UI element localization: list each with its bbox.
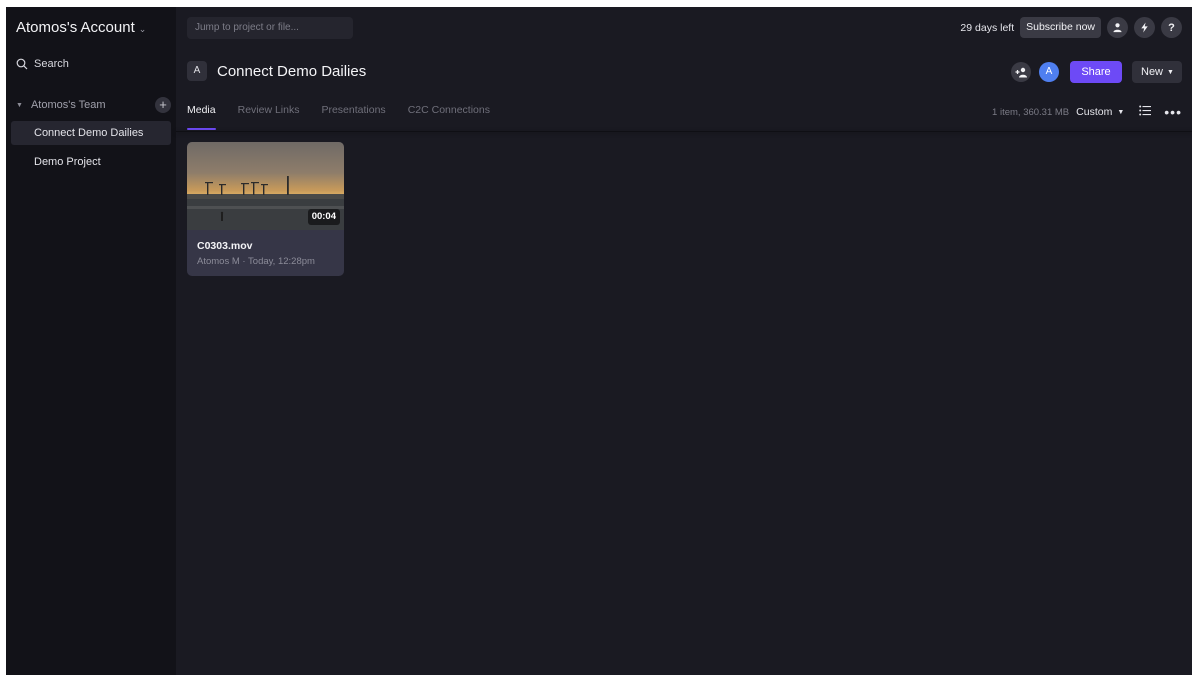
view-toolbar: 1 item, 360.31 MB Custom ▼ ••• <box>992 103 1182 121</box>
sort-dropdown[interactable]: Custom ▼ <box>1076 106 1124 118</box>
add-user-icon <box>1015 67 1027 77</box>
invite-button[interactable] <box>1011 62 1031 82</box>
asset-card[interactable]: 00:04 C0303.mov Atomos M · Today, 12:28p… <box>187 142 344 276</box>
user-icon <box>1113 23 1122 33</box>
notifications-button[interactable] <box>1134 17 1155 38</box>
add-project-button[interactable]: + <box>155 97 171 113</box>
jump-to-input[interactable]: Jump to project or file... <box>187 17 353 39</box>
list-view-icon <box>1139 105 1152 116</box>
topbar: Jump to project or file... 29 days left … <box>176 7 1192 47</box>
asset-name[interactable]: C0303.mov <box>197 240 252 252</box>
chevron-down-icon: ⌄ <box>138 23 147 34</box>
sidebar-item-demo-project[interactable]: Demo Project <box>11 150 171 174</box>
sidebar-item-label: Demo Project <box>34 156 101 168</box>
project-initial-badge: A <box>187 61 207 81</box>
avatar[interactable]: A <box>1039 62 1059 82</box>
new-button-label: New <box>1141 66 1164 78</box>
trial-days-left: 29 days left <box>960 21 1015 34</box>
duration-badge: 00:04 <box>307 209 340 225</box>
asset-meta: Atomos M · Today, 12:28pm <box>197 256 315 267</box>
chevron-down-icon: ▼ <box>1117 109 1125 116</box>
account-button[interactable] <box>1107 17 1128 38</box>
lightning-icon <box>1141 22 1148 33</box>
help-button[interactable]: ? <box>1161 17 1182 38</box>
toolbar-divider <box>176 131 1192 132</box>
sidebar-item-label: Connect Demo Dailies <box>34 127 144 139</box>
app-window: Atomos's Account ⌄ Search ▼ Atomos's Tea… <box>6 7 1192 675</box>
account-switcher[interactable]: Atomos's Account ⌄ <box>16 19 146 36</box>
account-name: Atomos's Account <box>16 19 135 36</box>
tab-c2c-connections[interactable]: C2C Connections <box>408 104 490 116</box>
new-button[interactable]: New ▼ <box>1132 61 1182 83</box>
chevron-down-icon: ▼ <box>16 101 23 109</box>
share-button[interactable]: Share <box>1070 61 1122 83</box>
list-view-button[interactable] <box>1133 103 1152 121</box>
item-summary: 1 item, 360.31 MB <box>992 106 1070 118</box>
page-title: Connect Demo Dailies <box>217 62 367 80</box>
sidebar-item-connect-demo-dailies[interactable]: Connect Demo Dailies <box>11 121 171 145</box>
team-name: Atomos's Team <box>30 99 106 111</box>
tab-bar: Media Review Links Presentations C2C Con… <box>187 104 512 130</box>
search-icon <box>16 58 28 70</box>
subscribe-button[interactable]: Subscribe now <box>1020 17 1101 38</box>
project-actions: A Share New ▼ <box>1011 61 1182 83</box>
tab-media[interactable]: Media <box>187 104 216 130</box>
project-header: A Connect Demo Dailies <box>187 61 366 81</box>
sort-label: Custom <box>1076 106 1113 118</box>
sidebar-search[interactable]: Search <box>16 58 69 70</box>
chevron-down-icon: ▼ <box>1167 69 1174 76</box>
main-panel: Jump to project or file... 29 days left … <box>176 7 1192 675</box>
search-label: Search <box>34 58 69 70</box>
tab-review-links[interactable]: Review Links <box>238 104 300 116</box>
trial-bar: 29 days left Subscribe now ? <box>960 17 1182 38</box>
sidebar: Atomos's Account ⌄ Search ▼ Atomos's Tea… <box>6 7 176 675</box>
team-header[interactable]: ▼ Atomos's Team + <box>16 97 171 113</box>
tab-presentations[interactable]: Presentations <box>321 104 385 116</box>
more-icon[interactable]: ••• <box>1164 105 1182 119</box>
